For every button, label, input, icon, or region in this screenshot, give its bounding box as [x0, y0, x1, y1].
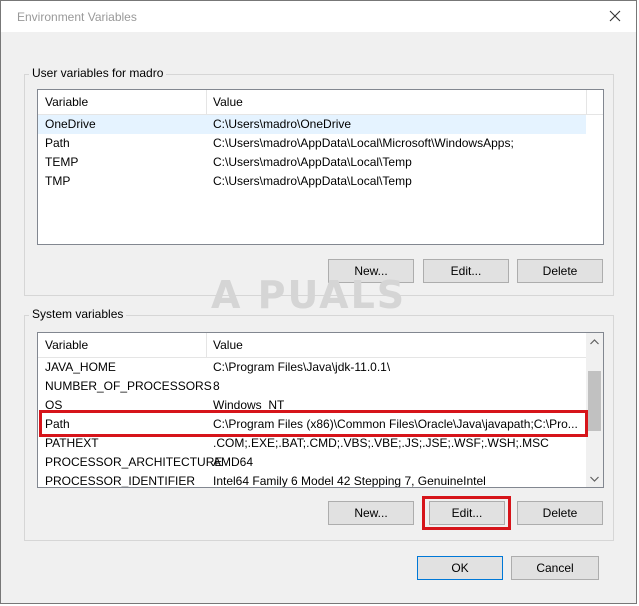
- table-row[interactable]: PROCESSOR_IDENTIFIER Intel64 Family 6 Mo…: [38, 472, 586, 487]
- watermark-logo: A PUALS: [211, 273, 407, 317]
- list-header: Variable Value: [38, 333, 603, 358]
- scroll-up-arrow[interactable]: [586, 333, 603, 350]
- system-variables-list[interactable]: Variable Value JAVA_HOME C:\Program File…: [37, 332, 604, 488]
- user-variables-list[interactable]: Variable Value OneDrive C:\Users\madro\O…: [37, 89, 604, 245]
- system-edit-button[interactable]: Edit...: [429, 501, 505, 525]
- scroll-down-arrow[interactable]: [586, 470, 603, 487]
- system-delete-button[interactable]: Delete: [517, 501, 603, 525]
- close-icon: [609, 10, 621, 22]
- column-header-variable[interactable]: Variable: [38, 90, 206, 114]
- title-bar: Environment Variables: [1, 1, 636, 32]
- vertical-scrollbar[interactable]: [586, 333, 603, 487]
- column-header-value[interactable]: Value: [206, 90, 586, 114]
- user-variables-legend: User variables for madro: [29, 66, 167, 80]
- system-new-button[interactable]: New...: [328, 501, 414, 525]
- table-row[interactable]: OS Windows_NT: [38, 396, 586, 415]
- user-edit-button[interactable]: Edit...: [423, 259, 509, 283]
- close-button[interactable]: [600, 5, 630, 27]
- list-header: Variable Value: [38, 90, 603, 115]
- scroll-thumb[interactable]: [588, 371, 601, 431]
- environment-variables-dialog: Environment Variables User variables for…: [0, 0, 637, 604]
- ok-button[interactable]: OK: [417, 556, 503, 580]
- table-row[interactable]: Path C:\Users\madro\AppData\Local\Micros…: [38, 134, 586, 153]
- chevron-up-icon: [590, 338, 599, 344]
- system-variables-legend: System variables: [29, 307, 127, 321]
- column-header-value[interactable]: Value: [206, 333, 586, 357]
- table-row-selected[interactable]: Path C:\Program Files (x86)\Common Files…: [38, 415, 586, 434]
- chevron-down-icon: [590, 476, 599, 482]
- cancel-button[interactable]: Cancel: [511, 556, 599, 580]
- table-row[interactable]: JAVA_HOME C:\Program Files\Java\jdk-11.0…: [38, 358, 586, 377]
- table-row[interactable]: OneDrive C:\Users\madro\OneDrive: [38, 115, 586, 134]
- table-row[interactable]: TMP C:\Users\madro\AppData\Local\Temp: [38, 172, 586, 191]
- column-header-variable[interactable]: Variable: [38, 333, 206, 357]
- window-title: Environment Variables: [17, 10, 137, 24]
- table-row[interactable]: PATHEXT .COM;.EXE;.BAT;.CMD;.VBS;.VBE;.J…: [38, 434, 586, 453]
- table-row[interactable]: PROCESSOR_ARCHITECTURE AMD64: [38, 453, 586, 472]
- table-row[interactable]: TEMP C:\Users\madro\AppData\Local\Temp: [38, 153, 586, 172]
- user-delete-button[interactable]: Delete: [517, 259, 603, 283]
- table-row[interactable]: NUMBER_OF_PROCESSORS 8: [38, 377, 586, 396]
